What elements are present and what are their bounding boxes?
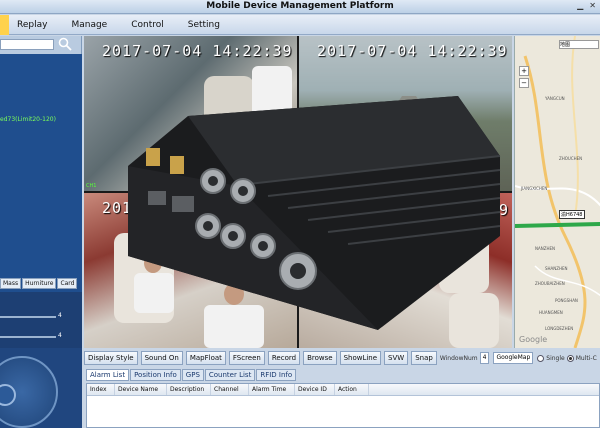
bottom-tabs: Alarm List Position Info GPS Counter Lis… <box>86 369 297 381</box>
ptz-center-button[interactable] <box>0 384 16 406</box>
search-icon[interactable] <box>58 37 72 51</box>
map-label: JIANGXICHEN <box>521 186 548 191</box>
column-header[interactable]: Alarm Time <box>249 384 295 395</box>
window-controls: ▁ ✕ <box>577 1 596 10</box>
column-header[interactable]: Action <box>335 384 369 395</box>
record-button[interactable]: Record <box>267 351 301 365</box>
map-label: ZHOUBAIZHEN <box>535 281 565 286</box>
sound-on-button[interactable]: Sound On <box>140 351 183 365</box>
alarm-table: Index Device Name Description Channel Al… <box>86 383 600 428</box>
map-label: YANGCUN <box>545 96 565 101</box>
map-label: ZHOUCHEN <box>559 156 583 161</box>
slider-value: 4 <box>58 312 62 319</box>
menu-manage[interactable]: Manage <box>71 20 107 30</box>
slider-track[interactable] <box>0 336 56 338</box>
map-type-select[interactable]: GoogleMap <box>493 352 534 364</box>
map-float-button[interactable]: MapFloat <box>185 351 226 365</box>
app-window: Mobile Device Management Platform ▁ ✕ Re… <box>0 0 600 428</box>
title-bar: Mobile Device Management Platform ▁ ✕ <box>0 0 600 14</box>
map-attribution: Google <box>519 335 548 344</box>
menu-setting[interactable]: Setting <box>188 20 220 30</box>
slider-value: 4 <box>58 332 62 339</box>
video-timestamp: 2017-07-04 14:22:39 <box>317 42 508 60</box>
map-label: SHANZHEN <box>545 266 568 271</box>
dvr-device-photo <box>128 96 501 330</box>
single-radio-label: Single <box>546 354 565 362</box>
slider-track[interactable] <box>0 316 56 318</box>
window-num-label: WindowNum <box>439 354 478 362</box>
map-label: NANZHEN <box>535 246 555 251</box>
tab-alarm-list[interactable]: Alarm List <box>86 369 130 381</box>
map-zoom-out-button[interactable]: − <box>519 78 529 88</box>
multi-radio-label: Multi-C <box>575 354 597 362</box>
video-timestamp: 2017-07-04 14:22:39 <box>102 42 293 60</box>
ptz-direction-ring[interactable] <box>0 356 58 428</box>
map-label: HUANGMEN <box>539 310 563 315</box>
minimize-icon[interactable]: ▁ <box>577 1 583 10</box>
column-header[interactable]: Channel <box>211 384 249 395</box>
column-header[interactable]: Device Name <box>115 384 167 395</box>
left-tab-row: Mass Hurniture Card <box>0 278 78 289</box>
show-line-button[interactable]: ShowLine <box>339 351 382 365</box>
map-panel[interactable]: 地图 + − YANGCUN ZHOUCHEN JIANGXICHEN NANZ… <box>514 36 600 348</box>
tab-hurniture[interactable]: Hurniture <box>22 278 57 289</box>
tab-mass[interactable]: Mass <box>0 278 22 289</box>
map-zoom-in-button[interactable]: + <box>519 66 529 76</box>
channel-label: CH1 <box>86 183 97 189</box>
ptz-control <box>0 348 82 428</box>
slider-area: 4 4 <box>0 292 82 348</box>
menu-bar: Replay Manage Control Setting <box>0 14 600 35</box>
tab-card[interactable]: Card <box>57 278 78 289</box>
browse-button[interactable]: Browse <box>303 351 337 365</box>
menu-control[interactable]: Control <box>131 20 164 30</box>
column-header[interactable]: Description <box>167 384 211 395</box>
tab-counter-list[interactable]: Counter List <box>204 369 256 381</box>
window-num-select[interactable]: 4 <box>479 352 490 364</box>
column-header[interactable]: Device ID <box>295 384 335 395</box>
fullscreen-button[interactable]: FScreen <box>228 351 265 365</box>
menu-active-indicator[interactable] <box>0 14 9 35</box>
app-title: Mobile Device Management Platform <box>206 1 394 11</box>
column-header[interactable]: Index <box>87 384 115 395</box>
alarm-table-header: Index Device Name Description Channel Al… <box>87 384 599 396</box>
menu-replay[interactable]: Replay <box>17 20 47 30</box>
svw-button[interactable]: SVW <box>384 351 409 365</box>
multi-radio[interactable] <box>566 354 574 362</box>
tab-position-info[interactable]: Position Info <box>130 369 181 381</box>
device-tree[interactable]: ed73(Limit20-120) <box>0 54 82 292</box>
snap-button[interactable]: Snap <box>411 351 437 365</box>
tab-rfid-info[interactable]: RFID Info <box>256 369 297 381</box>
map-search-box[interactable]: 地图 <box>559 40 599 49</box>
display-style-button[interactable]: Display Style <box>84 351 138 365</box>
close-icon[interactable]: ✕ <box>589 1 596 10</box>
video-toolbar: Display Style Sound On MapFloat FScreen … <box>84 350 600 366</box>
device-search-input[interactable] <box>0 39 54 50</box>
map-label: PONGSHAN <box>555 298 578 303</box>
vehicle-marker[interactable]: 渝H6748 <box>559 210 585 219</box>
single-radio[interactable] <box>537 354 545 362</box>
map-label: LONGDEZHEN <box>545 326 574 331</box>
device-panel: ed73(Limit20-120) Mass Hurniture Card 4 … <box>0 36 82 428</box>
tab-gps[interactable]: GPS <box>181 369 204 381</box>
device-tree-node[interactable]: ed73(Limit20-120) <box>0 116 56 123</box>
